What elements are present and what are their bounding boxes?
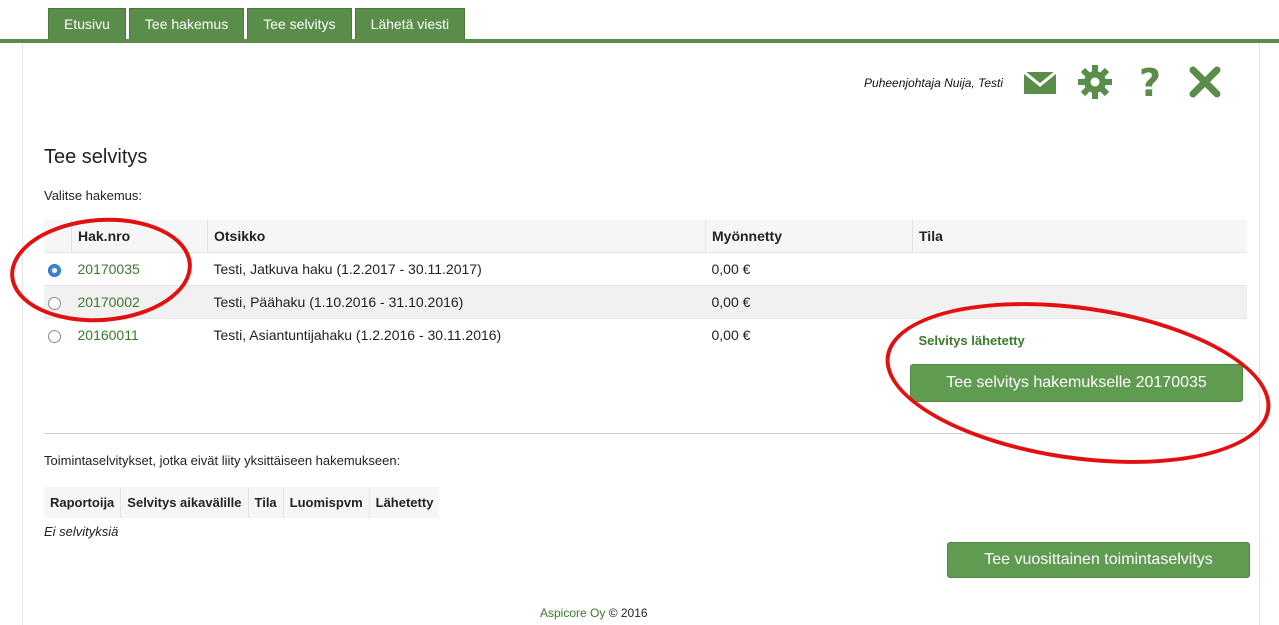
application-status [912,285,1247,319]
column-header-number: Hak.nro [71,220,208,253]
column-header-period: Selvitys aikavälille [120,487,249,518]
application-granted: 0,00 € [705,285,913,319]
application-radio-selected[interactable] [48,263,61,277]
user-name: Puheenjohtaja Nuija, Testi [864,76,1003,90]
application-number[interactable]: 20160011 [71,318,208,351]
application-number[interactable]: 20170002 [71,285,208,319]
main-tabs: Etusivu Tee hakemus Tee selvitys Lähetä … [48,8,468,40]
footer: Aspicore Oy © 2016 [540,606,648,620]
application-radio[interactable] [48,296,61,310]
application-status [912,252,1247,286]
tab-tee-hakemus[interactable]: Tee hakemus [128,8,245,39]
column-header-status: Tila [248,487,284,518]
table-header: Raportoija Selvitys aikavälille Tila Luo… [44,487,440,518]
application-status: Selvitys lähetetty [918,333,1025,348]
select-application-label: Valitse hakemus: [44,188,143,203]
make-report-button[interactable]: Tee selvitys hakemukselle 20170035 [910,364,1243,402]
table-row[interactable]: 20160011 Testi, Asiantuntijahaku (1.2.20… [44,318,1247,351]
page-title: Tee selvitys [44,146,148,168]
help-icon[interactable]: ? [1130,62,1170,102]
footer-copyright: © 2016 [608,606,648,620]
column-header-sent: Lähetetty [369,487,440,518]
column-header-created: Luomispvm [283,487,370,518]
column-header-granted: Myönnetty [705,220,913,253]
applications-table: Hak.nro Otsikko Myönnetty Tila 20170035 … [44,220,1247,351]
application-number[interactable]: 20170035 [71,252,208,286]
svg-text:?: ? [1139,62,1161,102]
application-title: Testi, Jatkuva haku (1.2.2017 - 30.11.20… [207,252,706,286]
radio-column-header [44,220,72,253]
section-divider [44,433,1247,434]
table-row[interactable]: 20170035 Testi, Jatkuva haku (1.2.2017 -… [44,252,1247,286]
tab-etusivu[interactable]: Etusivu [48,8,126,39]
tab-tee-selvitys[interactable]: Tee selvitys [247,8,352,39]
close-icon[interactable] [1185,62,1225,102]
footer-brand-link[interactable]: Aspicore Oy [540,606,605,620]
tab-laheta-viesti[interactable]: Lähetä viesti [354,8,466,39]
application-title: Testi, Asiantuntijahaku (1.2.2016 - 30.1… [207,318,706,351]
column-header-reporter: Raportoija [44,487,122,518]
mail-icon[interactable] [1020,62,1060,102]
header-icons: ? [1020,62,1240,102]
gear-icon[interactable] [1075,62,1115,102]
reports-label: Toimintaselvitykset, jotka eivät liity y… [44,453,401,468]
application-granted: 0,00 € [705,252,913,286]
table-header: Hak.nro Otsikko Myönnetty Tila [44,220,1247,253]
table-row[interactable]: 20170002 Testi, Päähaku (1.10.2016 - 31.… [44,285,1247,319]
empty-reports-text: Ei selvityksiä [44,524,119,539]
application-granted: 0,00 € [705,318,913,351]
yearly-report-button[interactable]: Tee vuosittainen toimintaselvitys [947,542,1250,578]
application-radio[interactable] [48,329,61,343]
application-title: Testi, Päähaku (1.10.2016 - 31.10.2016) [207,285,706,319]
column-header-title: Otsikko [207,220,706,253]
reports-table: Raportoija Selvitys aikavälille Tila Luo… [44,487,440,518]
column-header-status: Tila [912,220,1247,253]
